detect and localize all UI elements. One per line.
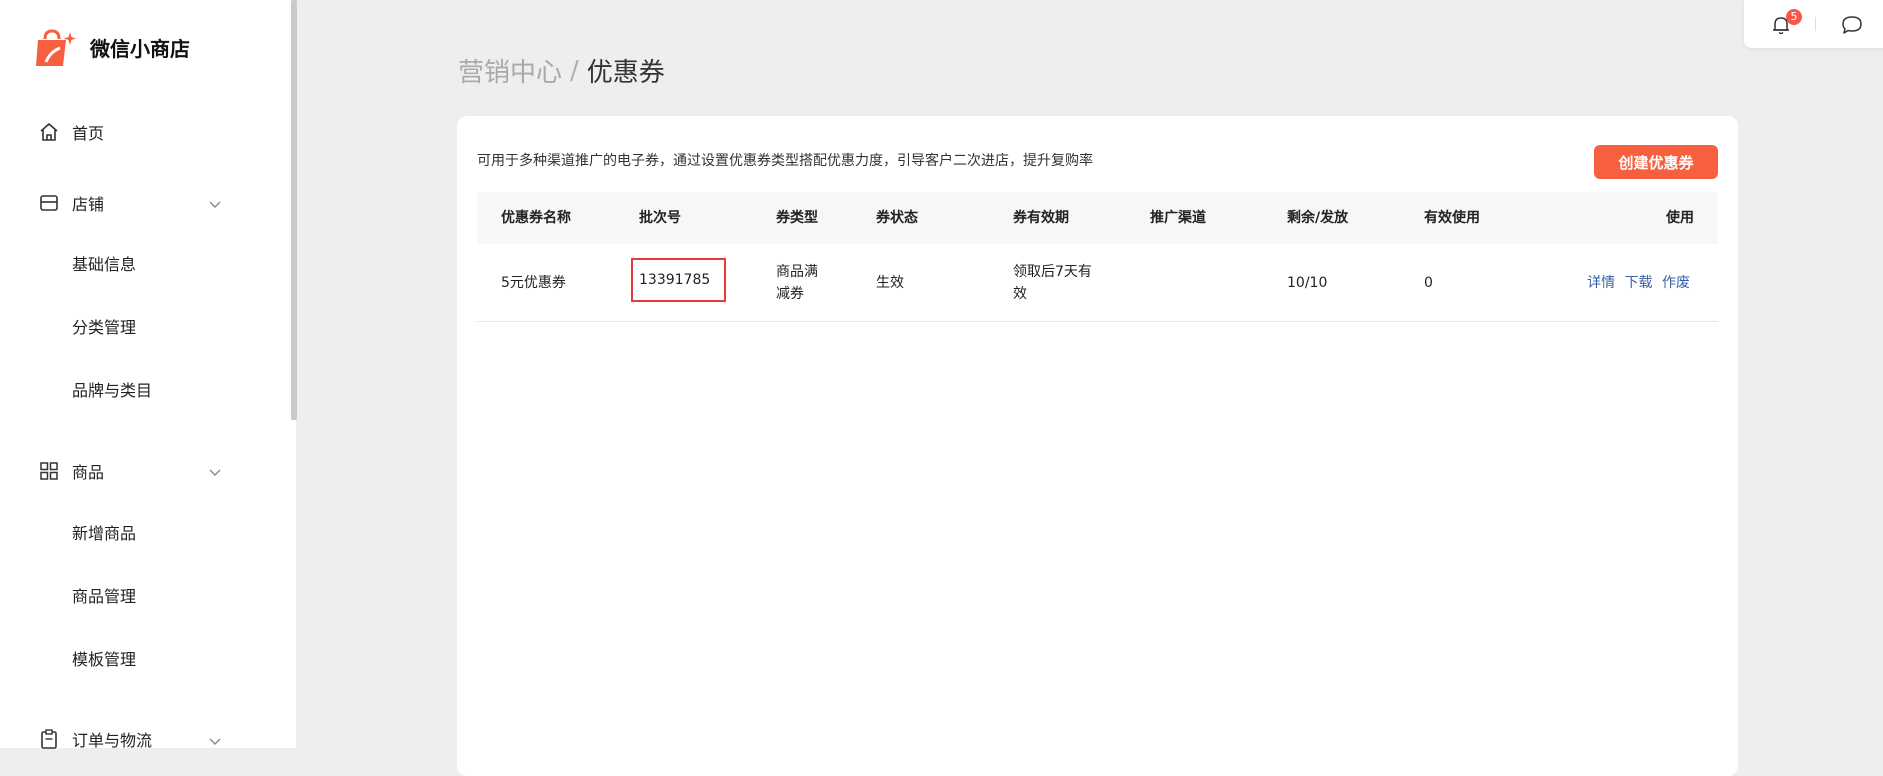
coupon-card: 可用于多种渠道推广的电子券，通过设置优惠券类型搭配优惠力度，引导客户二次进店，提… xyxy=(457,116,1738,776)
sidebar-item-products[interactable]: 商品 xyxy=(38,459,104,483)
notification-badge: 5 xyxy=(1786,9,1802,25)
shopping-bag-icon xyxy=(34,26,76,68)
chevron-down-icon[interactable] xyxy=(208,464,222,478)
column-header: 剩余/发放 xyxy=(1287,210,1349,226)
create-coupon-button[interactable]: 创建优惠券 xyxy=(1594,145,1718,179)
table-header: 优惠券名称 批次号 券类型 券状态 券有效期 推广渠道 剩余/发放 有效使用 使… xyxy=(477,192,1718,244)
clipboard-icon xyxy=(38,728,60,750)
coupon-remaining: 10/10 xyxy=(1287,275,1328,291)
app-logo[interactable]: 微信小商店 xyxy=(34,26,190,68)
row-actions: 详情 下载 作废 xyxy=(1582,244,1690,322)
column-header: 使用 xyxy=(1666,210,1694,226)
home-icon xyxy=(38,121,60,143)
sidebar-item-label: 订单与物流 xyxy=(72,731,153,750)
store-icon xyxy=(38,192,60,214)
coupon-type: 商品满 减券 xyxy=(776,261,818,305)
coupon-used: 0 xyxy=(1424,275,1433,291)
sidebar-item-orders[interactable]: 订单与物流 xyxy=(38,727,152,751)
sidebar-scrollbar[interactable] xyxy=(291,0,297,420)
sidebar-subitem-brand[interactable]: 品牌与类目 xyxy=(72,377,152,401)
sidebar-item-label: 首页 xyxy=(72,124,105,143)
column-header: 券状态 xyxy=(876,210,918,226)
sidebar-item-home[interactable]: 首页 xyxy=(38,120,104,144)
sidebar: 微信小商店 首页 店铺 基础信息 分类管理 品牌与类目 商品 新增商品 商品管理… xyxy=(0,0,297,751)
sidebar-subitem-basic-info[interactable]: 基础信息 xyxy=(72,251,136,275)
column-header: 券有效期 xyxy=(1013,210,1069,226)
top-toolbar: 5 xyxy=(1744,0,1883,48)
details-link[interactable]: 详情 xyxy=(1587,275,1615,291)
table-row: 5元优惠券 13391785 商品满 减券 生效 领取后7天有 效 10/10 … xyxy=(477,244,1718,322)
coupon-type-line: 减券 xyxy=(776,286,804,302)
chevron-down-icon[interactable] xyxy=(208,733,222,747)
sidebar-item-label: 店铺 xyxy=(72,195,105,214)
grid-icon xyxy=(38,460,60,482)
page-title: 优惠券 xyxy=(586,58,665,88)
column-header: 推广渠道 xyxy=(1150,210,1206,226)
chat-bubble-icon[interactable] xyxy=(1840,14,1864,36)
coupon-name: 5元优惠券 xyxy=(501,275,566,291)
column-header: 券类型 xyxy=(776,210,818,226)
breadcrumb-parent[interactable]: 营销中心 xyxy=(458,52,562,89)
coupon-validity-line: 效 xyxy=(1013,286,1027,302)
coupon-status: 生效 xyxy=(876,275,904,291)
sidebar-subitem-template-manage[interactable]: 模板管理 xyxy=(72,646,136,670)
breadcrumb-separator: / xyxy=(570,55,579,86)
coupon-table: 优惠券名称 批次号 券类型 券状态 券有效期 推广渠道 剩余/发放 有效使用 使… xyxy=(477,192,1718,322)
chevron-down-icon[interactable] xyxy=(208,196,222,210)
coupon-validity: 领取后7天有 效 xyxy=(1013,261,1092,305)
batch-number: 13391785 xyxy=(631,258,726,302)
sidebar-item-store[interactable]: 店铺 xyxy=(38,191,104,215)
sidebar-item-label: 商品 xyxy=(72,463,105,482)
column-header: 有效使用 xyxy=(1424,210,1480,226)
coupon-description: 可用于多种渠道推广的电子券，通过设置优惠券类型搭配优惠力度，引导客户二次进店，提… xyxy=(477,153,1093,169)
download-link[interactable]: 下载 xyxy=(1625,275,1653,291)
breadcrumb: 营销中心 / 优惠券 xyxy=(458,52,665,89)
sidebar-subitem-add-product[interactable]: 新增商品 xyxy=(72,520,136,544)
column-header: 优惠券名称 xyxy=(501,210,571,226)
sidebar-subitem-category[interactable]: 分类管理 xyxy=(72,314,136,338)
app-name: 微信小商店 xyxy=(90,36,190,61)
divider xyxy=(1815,17,1816,31)
coupon-type-line: 商品满 xyxy=(776,264,818,280)
column-header: 批次号 xyxy=(639,210,681,226)
sidebar-subitem-product-manage[interactable]: 商品管理 xyxy=(72,583,136,607)
void-link[interactable]: 作废 xyxy=(1662,275,1690,291)
coupon-validity-line: 领取后7天有 xyxy=(1013,264,1092,280)
